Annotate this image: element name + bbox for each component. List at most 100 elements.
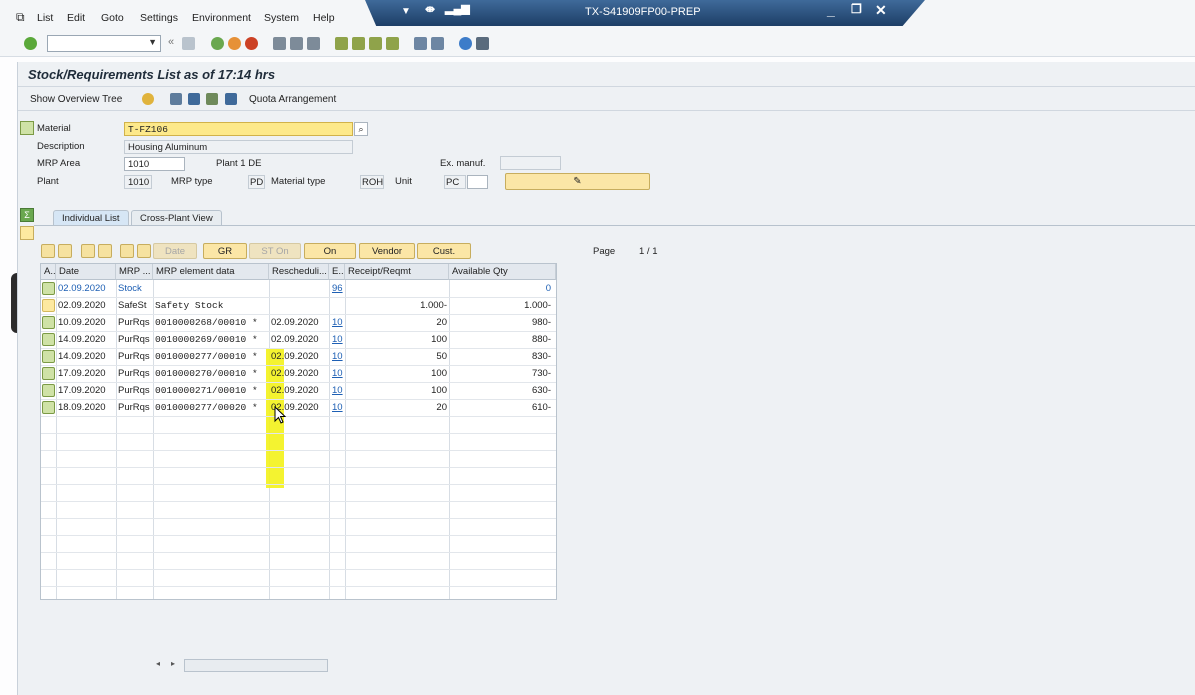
next-page-icon[interactable]	[369, 37, 382, 50]
pencil-icon[interactable]	[58, 244, 72, 258]
row-e-link[interactable]: 10	[332, 383, 343, 399]
grid-line	[41, 501, 556, 502]
column-header-available-qty[interactable]: Available Qty	[449, 264, 556, 280]
row-mrp: PurRqs	[118, 317, 150, 328]
cust-button[interactable]: Cust.	[417, 243, 471, 259]
row-e-link[interactable]: 96	[332, 281, 343, 297]
enter-icon[interactable]	[24, 37, 37, 50]
chevron-down-icon[interactable]: ▼	[148, 37, 157, 47]
vendor-button[interactable]: Vendor	[359, 243, 415, 259]
row-mrp: SafeSt	[118, 300, 147, 311]
user-icon[interactable]	[142, 93, 154, 105]
filter-icon[interactable]	[188, 93, 200, 105]
document-icon[interactable]	[20, 226, 34, 240]
exit-icon[interactable]	[228, 37, 241, 50]
main-screen: Stock/Requirements List as of 17:14 hrs …	[17, 62, 1195, 695]
gr-button[interactable]: GR	[203, 243, 247, 259]
restore-icon[interactable]: ❐	[851, 2, 862, 16]
mrp-area-field[interactable]: 1010	[124, 157, 185, 171]
tab-cross-plant-view[interactable]: Cross-Plant View	[131, 210, 222, 226]
new-session-icon[interactable]	[414, 37, 427, 50]
layout-icon[interactable]	[476, 37, 489, 50]
expand-icon[interactable]	[41, 244, 55, 258]
row-detail-icon[interactable]	[42, 367, 55, 380]
previous-page-icon[interactable]	[352, 37, 365, 50]
column-header-rescheduling[interactable]: Rescheduli...	[269, 264, 329, 280]
row-detail-icon[interactable]	[42, 333, 55, 346]
row-detail-icon[interactable]	[42, 299, 55, 312]
refresh-icon[interactable]	[170, 93, 182, 105]
column-header-a[interactable]: A..	[41, 264, 56, 280]
column-header-receipt[interactable]: Receipt/Reqmt	[345, 264, 449, 280]
sort-up-icon[interactable]	[137, 244, 151, 258]
on-button[interactable]: On	[304, 243, 356, 259]
menu-environment[interactable]: Environment	[192, 12, 251, 24]
help-icon[interactable]	[459, 37, 472, 50]
row-detail-icon[interactable]	[42, 384, 55, 397]
back-icon[interactable]	[211, 37, 224, 50]
row-detail-icon[interactable]	[42, 350, 55, 363]
show-overview-tree-button[interactable]: Show Overview Tree	[30, 94, 122, 105]
minimize-icon[interactable]: _	[827, 2, 835, 18]
edit-header-button[interactable]: ✎	[505, 173, 650, 190]
menu-edit[interactable]: Edit	[67, 12, 85, 24]
unit-field-2[interactable]	[467, 175, 488, 189]
row-element-data: 0010000277/00020	[155, 402, 247, 413]
sort-down-icon[interactable]	[120, 244, 134, 258]
tree-multi-icon[interactable]	[98, 244, 112, 258]
menu-settings[interactable]: Settings	[140, 12, 178, 24]
quota-icon[interactable]	[225, 93, 237, 105]
column-header-mrp[interactable]: MRP ...	[116, 264, 153, 280]
menu-icon[interactable]: ⧉	[16, 10, 25, 25]
save-icon[interactable]	[182, 37, 195, 50]
row-e-link[interactable]: 10	[332, 400, 343, 416]
row-detail-icon[interactable]	[42, 282, 55, 295]
scroll-right-icon[interactable]: ▸	[171, 659, 175, 668]
row-mrp: PurRqs	[118, 351, 150, 362]
column-header-e[interactable]: E..	[329, 264, 345, 280]
row-e-link[interactable]: 10	[332, 349, 343, 365]
description-label: Description	[37, 141, 85, 152]
header-toggle-icon[interactable]	[20, 121, 34, 135]
row-receipt: 100	[431, 368, 447, 379]
material-field[interactable]: T-FZ106	[124, 122, 353, 136]
search-icon[interactable]: ⌕	[354, 122, 368, 136]
menu-help[interactable]: Help	[313, 12, 335, 24]
grid-line	[41, 433, 556, 434]
menu-system[interactable]: System	[264, 12, 299, 24]
cancel-icon[interactable]	[245, 37, 258, 50]
mrp-area-label: MRP Area	[37, 158, 81, 169]
find-icon[interactable]	[290, 37, 303, 50]
first-page-icon[interactable]	[335, 37, 348, 50]
row-mrp: PurRqs	[118, 368, 150, 379]
column-header-date[interactable]: Date	[56, 264, 116, 280]
column-header-mrp-element-data[interactable]: MRP element data	[153, 264, 269, 280]
menu-list[interactable]: List	[37, 12, 53, 24]
command-field[interactable]: ▼	[47, 35, 161, 52]
row-detail-icon[interactable]	[42, 316, 55, 329]
last-page-icon[interactable]	[386, 37, 399, 50]
material-type-field: ROH	[360, 175, 384, 189]
close-icon[interactable]: ✕	[875, 2, 887, 19]
horizontal-scrollbar[interactable]	[184, 659, 328, 672]
tab-individual-list[interactable]: Individual List	[53, 210, 129, 226]
quota-arrangement-button[interactable]: Quota Arrangement	[249, 94, 336, 105]
collapse-icon[interactable]: «	[168, 36, 174, 48]
dropdown-icon[interactable]: ▼	[401, 6, 411, 17]
scroll-left-icon[interactable]: ◂	[156, 659, 160, 668]
row-e-link[interactable]: 10	[332, 366, 343, 382]
sum-icon[interactable]: Σ	[20, 208, 34, 222]
find-next-icon[interactable]	[307, 37, 320, 50]
st-on-button[interactable]: ST On	[249, 243, 301, 259]
row-detail-icon[interactable]	[42, 401, 55, 414]
row-e-link[interactable]: 10	[332, 332, 343, 348]
row-receipt: 50	[436, 351, 447, 362]
settings-icon[interactable]	[206, 93, 218, 105]
row-e-link[interactable]: 10	[332, 315, 343, 331]
print-icon[interactable]	[273, 37, 286, 50]
tree-icon[interactable]	[81, 244, 95, 258]
pin-icon[interactable]: ⇼	[425, 2, 435, 16]
shortcut-icon[interactable]	[431, 37, 444, 50]
date-button[interactable]: Date	[153, 243, 197, 259]
menu-goto[interactable]: Goto	[101, 12, 124, 24]
